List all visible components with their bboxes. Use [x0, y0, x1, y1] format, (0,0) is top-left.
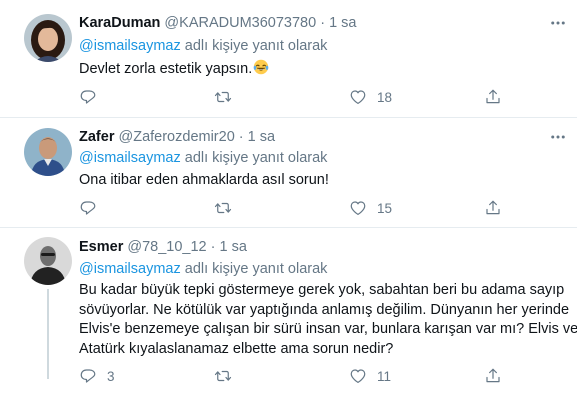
like-count: 15: [377, 200, 393, 216]
grinning-tears-emoji: [254, 59, 269, 75]
more-options-icon[interactable]: [549, 128, 567, 149]
mention-link[interactable]: @ismailsaymaz: [79, 261, 181, 277]
tweet-text: Bu kadar büyük tepki göstermeye gerek yo…: [79, 281, 577, 359]
share-button[interactable]: [484, 366, 502, 386]
reply-icon: [80, 201, 96, 215]
like-button[interactable]: 11: [349, 366, 391, 386]
tweet-text-line: sövüyorlar. Ne kötülük var yaptığında an…: [79, 301, 570, 318]
user-handle[interactable]: @KARADUM36073780: [164, 15, 316, 31]
reply-icon: [80, 90, 96, 104]
separator-dot: ·: [238, 129, 244, 145]
reply-button[interactable]: 3: [79, 366, 115, 386]
heart-icon: [350, 369, 366, 383]
avatar[interactable]: [24, 14, 72, 62]
tweet-1[interactable]: KaraDuman @KARADUM36073780 · 1 sa @ismai…: [0, 0, 577, 118]
reply-button[interactable]: [79, 87, 107, 107]
reply-context: @ismailsaymaz adlı kişiye yanıt olarak: [79, 37, 327, 55]
thread-line: [47, 289, 49, 379]
tweet-text-line: Devlet zorla estetik yapsın.: [79, 61, 253, 77]
tweet-header: Esmer @78_10_12 · 1 sa: [79, 238, 247, 256]
like-count: 18: [377, 89, 393, 105]
share-button[interactable]: [484, 198, 502, 218]
timestamp[interactable]: 1 sa: [329, 15, 356, 31]
tweet-text: Ona itibar eden ahmaklarda asıl sorun!: [79, 171, 329, 191]
retweet-button[interactable]: [214, 366, 242, 386]
retweet-icon: [214, 91, 232, 103]
tweet-text-line: Ona itibar eden ahmaklarda asıl sorun!: [79, 172, 329, 188]
tweet-actions: 3 11: [79, 366, 509, 386]
like-button[interactable]: 15: [349, 198, 392, 218]
timestamp[interactable]: 1 sa: [248, 129, 275, 145]
tweet-text-line: Elvis'e benzemeye çalışan bir sürü insan…: [79, 321, 577, 337]
reply-context-text: adlı kişiye yanıt olarak: [180, 150, 328, 166]
retweet-button[interactable]: [214, 198, 242, 218]
user-handle[interactable]: @78_10_12: [127, 239, 206, 255]
like-count: 11: [377, 368, 392, 384]
tweet-actions: 15: [79, 198, 509, 218]
share-button[interactable]: [484, 87, 502, 107]
reply-button[interactable]: [79, 198, 107, 218]
tweet-header: KaraDuman @KARADUM36073780 · 1 sa: [79, 14, 357, 32]
retweet-icon: [214, 370, 232, 382]
like-button[interactable]: 18: [349, 87, 392, 107]
heart-icon: [350, 201, 366, 215]
reply-context: @ismailsaymaz adlı kişiye yanıt olarak: [79, 260, 327, 278]
display-name[interactable]: Zafer: [79, 129, 114, 145]
tweet-text: Devlet zorla estetik yapsın.: [79, 59, 269, 80]
mention-link[interactable]: @ismailsaymaz: [79, 150, 181, 166]
tweet-header: Zafer @Zaferozdemir20 · 1 sa: [79, 128, 275, 146]
share-icon: [486, 89, 500, 104]
separator-dot: ·: [320, 15, 326, 31]
reply-count: 3: [107, 368, 115, 384]
reply-context-text: adlı kişiye yanıt olarak: [180, 261, 328, 277]
tweet-3[interactable]: Esmer @78_10_12 · 1 sa @ismailsaymaz adl…: [0, 228, 577, 394]
tweet-2[interactable]: Zafer @Zaferozdemir20 · 1 sa @ismailsaym…: [0, 118, 577, 228]
share-icon: [486, 200, 500, 215]
reply-context: @ismailsaymaz adlı kişiye yanıt olarak: [79, 149, 327, 167]
retweet-button[interactable]: [214, 87, 242, 107]
retweet-icon: [214, 202, 232, 214]
tweet-text-line: Bu kadar büyük tepki göstermeye gerek yo…: [79, 282, 565, 298]
tweet-text-line: Atatürk kıyalaslanamaz elbette ama sorun…: [79, 340, 394, 357]
user-handle[interactable]: @Zaferozdemir20: [119, 129, 235, 145]
share-icon: [486, 368, 500, 383]
display-name[interactable]: Esmer: [79, 239, 123, 255]
separator-dot: ·: [210, 239, 216, 255]
reply-icon: [80, 369, 96, 383]
avatar[interactable]: [24, 237, 72, 285]
more-options-icon[interactable]: [549, 14, 567, 35]
timestamp[interactable]: 1 sa: [220, 239, 247, 255]
display-name[interactable]: KaraDuman: [79, 15, 160, 31]
avatar[interactable]: [24, 128, 72, 176]
mention-link[interactable]: @ismailsaymaz: [79, 38, 181, 54]
heart-icon: [350, 90, 366, 104]
reply-context-text: adlı kişiye yanıt olarak: [180, 38, 328, 54]
tweet-actions: 18: [79, 87, 509, 107]
